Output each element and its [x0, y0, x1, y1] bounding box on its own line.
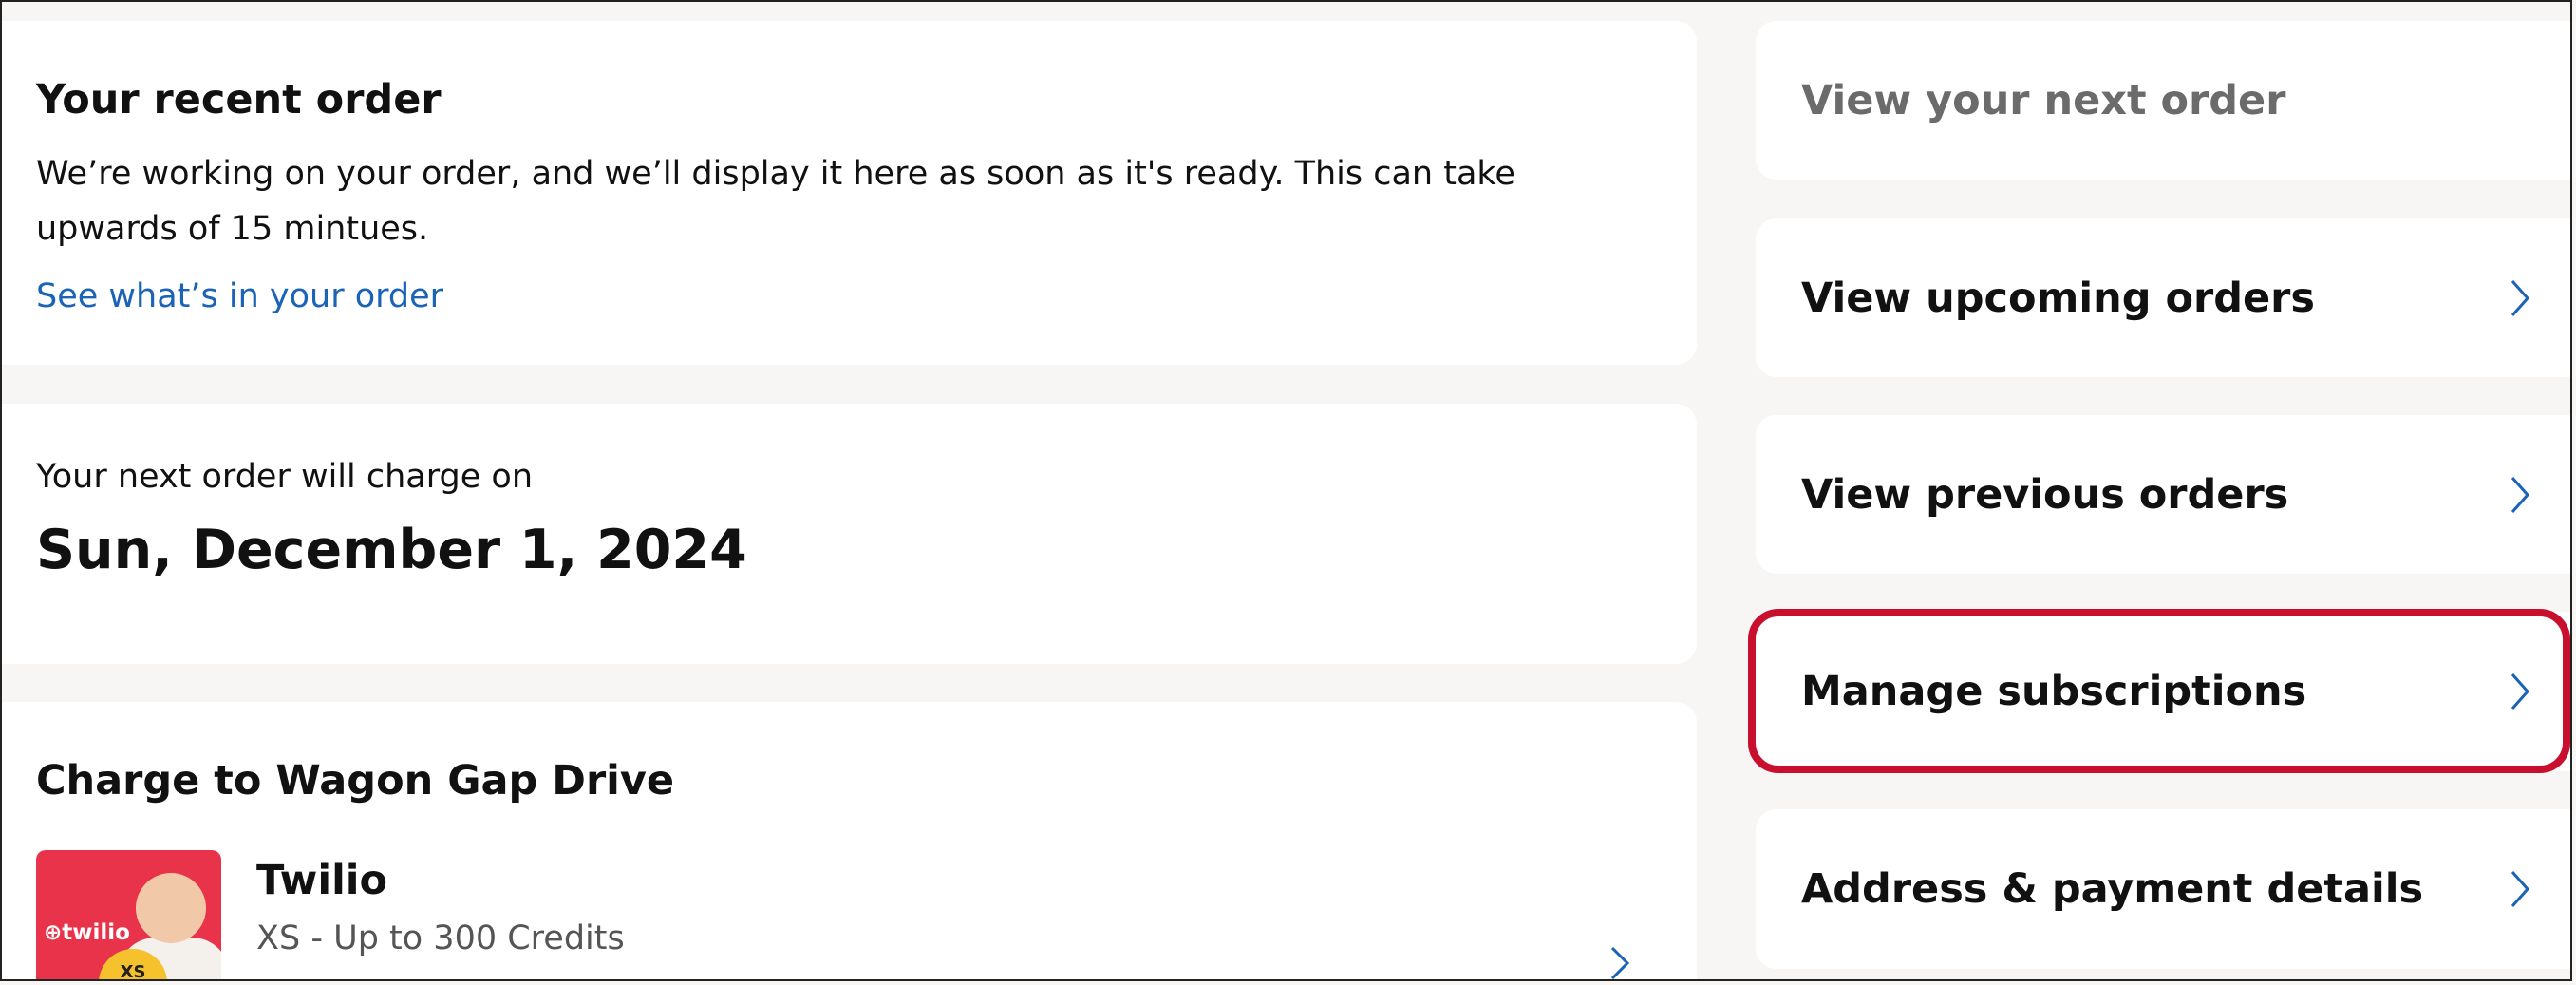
- chevron-right-icon: [2510, 476, 2530, 513]
- recent-order-message: We’re working on your order, and we’ll d…: [36, 155, 1515, 248]
- manage-subscriptions-label: Manage subscriptions: [1801, 668, 2307, 715]
- address-payment-details-label: Address & payment details: [1801, 865, 2424, 913]
- view-upcoming-orders-label: View upcoming orders: [1801, 274, 2315, 322]
- view-next-order-label: View your next order: [1801, 76, 2286, 124]
- view-next-order-item: View your next order: [1756, 21, 2570, 180]
- see-order-link[interactable]: See what’s in your order: [36, 277, 443, 315]
- chevron-right-icon: [2510, 673, 2530, 710]
- view-previous-orders-label: View previous orders: [1801, 470, 2289, 519]
- thumbnail-person-head: [136, 873, 206, 943]
- charge-to-title: Charge to Wagon Gap Drive: [36, 757, 675, 805]
- chevron-right-icon[interactable]: [1608, 944, 1631, 981]
- manage-subscriptions-button[interactable]: Manage subscriptions: [1756, 612, 2570, 771]
- recent-order-title: Your recent order: [36, 76, 442, 123]
- product-name: Twilio: [256, 857, 388, 904]
- charge-to-card: [2, 702, 1697, 979]
- product-thumbnail: ⊕twilio XS: [36, 850, 221, 979]
- product-plan: XS - Up to 300 Credits: [256, 919, 625, 957]
- chevron-right-icon: [2510, 871, 2530, 907]
- order-dashboard: Your recent order We’re working on your …: [0, 0, 2572, 981]
- next-charge-label: Your next order will charge on: [36, 458, 534, 496]
- next-charge-date: Sun, December 1, 2024: [36, 519, 747, 581]
- view-previous-orders-button[interactable]: View previous orders: [1756, 415, 2570, 574]
- chevron-right-icon: [2510, 279, 2530, 316]
- address-payment-details-button[interactable]: Address & payment details: [1756, 809, 2570, 969]
- view-upcoming-orders-button[interactable]: View upcoming orders: [1756, 218, 2570, 377]
- twilio-logo: ⊕twilio: [44, 920, 130, 945]
